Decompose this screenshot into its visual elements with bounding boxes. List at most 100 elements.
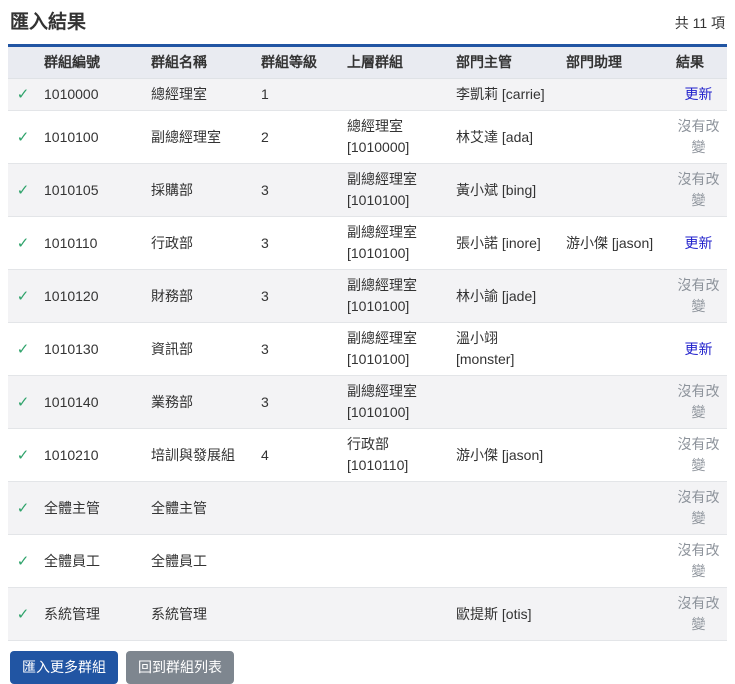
import-results-page: 匯入結果 共 11 項 群組編號 群組名稱 群組等級 上層群組 部門主管 部門助理 結果 ✓… [0, 0, 735, 684]
cell-department-assistant [560, 428, 670, 482]
cell-group-code: 1010000 [38, 78, 145, 111]
page-title: 匯入結果 [10, 11, 87, 33]
table-row: ✓ 系統管理 系統管理 歐提斯 [otis] 沒有改變 [8, 587, 727, 641]
result-status: 沒有改變 [677, 595, 720, 632]
cell-group-code: 1010100 [38, 110, 145, 164]
result-status[interactable]: 更新 [685, 235, 713, 251]
table-row: ✓ 全體主管 全體主管 沒有改變 [8, 481, 727, 535]
cell-group-code: 1010120 [38, 269, 145, 323]
cell-department-manager: 游小傑 [jason] [450, 428, 560, 482]
cell-department-assistant [560, 481, 670, 535]
row-status-cell: ✓ [8, 110, 38, 164]
table-row: ✓ 1010105 採購部 3 副總經理室 [1010100] 黃小斌 [bin… [8, 163, 727, 217]
result-status: 沒有改變 [677, 118, 720, 155]
cell-group-level [255, 587, 341, 641]
cell-group-level [255, 481, 341, 535]
cell-department-assistant [560, 269, 670, 323]
row-status-cell: ✓ [8, 269, 38, 323]
column-header-3: 上層群組 [341, 45, 450, 79]
cell-group-code: 全體主管 [38, 481, 145, 535]
cell-parent-group [341, 534, 450, 588]
cell-department-manager: 林艾達 [ada] [450, 110, 560, 164]
result-status[interactable]: 更新 [685, 341, 713, 357]
cell-department-manager: 李凱莉 [carrie] [450, 78, 560, 111]
result-status: 沒有改變 [677, 277, 720, 314]
cell-group-code: 1010105 [38, 163, 145, 217]
table-row: ✓ 1010140 業務部 3 副總經理室 [1010100] 沒有改變 [8, 375, 727, 429]
check-icon: ✓ [16, 499, 30, 517]
column-header-6: 結果 [670, 45, 727, 79]
check-icon: ✓ [16, 552, 30, 570]
row-status-cell: ✓ [8, 322, 38, 376]
cell-group-level: 3 [255, 163, 341, 217]
column-header-4: 部門主管 [450, 45, 560, 79]
cell-result: 更新 [670, 322, 727, 376]
result-status: 沒有改變 [677, 436, 720, 473]
cell-group-level: 3 [255, 322, 341, 376]
row-status-cell: ✓ [8, 78, 38, 111]
cell-group-name: 全體員工 [145, 534, 255, 588]
cell-group-level [255, 534, 341, 588]
table-row: ✓ 1010110 行政部 3 副總經理室 [1010100] 張小諾 [ino… [8, 216, 727, 270]
cell-parent-group: 副總經理室 [1010100] [341, 216, 450, 270]
cell-group-code: 1010140 [38, 375, 145, 429]
row-status-cell: ✓ [8, 481, 38, 535]
cell-group-name: 財務部 [145, 269, 255, 323]
result-status: 沒有改變 [677, 489, 720, 526]
cell-result: 更新 [670, 78, 727, 111]
check-icon: ✓ [16, 234, 30, 252]
table-body: ✓ 1010000 總經理室 1 李凱莉 [carrie] 更新 ✓ 10101… [8, 78, 727, 641]
cell-group-level: 4 [255, 428, 341, 482]
cell-parent-group: 總經理室 [1010000] [341, 110, 450, 164]
cell-group-level: 1 [255, 78, 341, 111]
import-more-groups-button[interactable]: 匯入更多群組 [10, 651, 118, 684]
cell-group-name: 培訓與發展組 [145, 428, 255, 482]
cell-group-level: 3 [255, 375, 341, 429]
cell-parent-group [341, 78, 450, 111]
table-row: ✓ 1010100 副總經理室 2 總經理室 [1010000] 林艾達 [ad… [8, 110, 727, 164]
check-icon: ✓ [16, 181, 30, 199]
cell-parent-group: 副總經理室 [1010100] [341, 163, 450, 217]
column-header-0: 群組編號 [38, 45, 145, 79]
check-icon: ✓ [16, 446, 30, 464]
cell-group-name: 全體主管 [145, 481, 255, 535]
cell-department-manager: 黃小斌 [bing] [450, 163, 560, 217]
check-icon: ✓ [16, 340, 30, 358]
result-status: 沒有改變 [677, 171, 720, 208]
result-status[interactable]: 更新 [685, 86, 713, 102]
result-status: 沒有改變 [677, 383, 720, 420]
table-header-row: 群組編號 群組名稱 群組等級 上層群組 部門主管 部門助理 結果 [8, 45, 727, 79]
check-icon: ✓ [16, 393, 30, 411]
cell-result: 沒有改變 [670, 428, 727, 482]
cell-result: 沒有改變 [670, 375, 727, 429]
cell-group-name: 業務部 [145, 375, 255, 429]
table-row: ✓ 1010000 總經理室 1 李凱莉 [carrie] 更新 [8, 78, 727, 111]
cell-department-assistant [560, 163, 670, 217]
cell-department-assistant: 游小傑 [jason] [560, 216, 670, 270]
table-row: ✓ 1010210 培訓與發展組 4 行政部 [1010110] 游小傑 [ja… [8, 428, 727, 482]
cell-parent-group: 副總經理室 [1010100] [341, 375, 450, 429]
cell-group-code: 全體員工 [38, 534, 145, 588]
row-status-cell: ✓ [8, 216, 38, 270]
cell-department-manager: 林小諭 [jade] [450, 269, 560, 323]
table-header: 群組編號 群組名稱 群組等級 上層群組 部門主管 部門助理 結果 [8, 45, 727, 79]
cell-result: 沒有改變 [670, 269, 727, 323]
cell-department-manager [450, 481, 560, 535]
cell-department-assistant [560, 534, 670, 588]
cell-parent-group [341, 481, 450, 535]
cell-group-level: 3 [255, 216, 341, 270]
cell-parent-group: 副總經理室 [1010100] [341, 269, 450, 323]
table-row: ✓ 1010130 資訊部 3 副總經理室 [1010100] 溫小翊 [mon… [8, 322, 727, 376]
cell-group-level: 3 [255, 269, 341, 323]
import-results-table: 群組編號 群組名稱 群組等級 上層群組 部門主管 部門助理 結果 ✓ 1010000 總經理… [8, 44, 727, 641]
cell-group-level: 2 [255, 110, 341, 164]
back-to-group-list-button[interactable]: 回到群組列表 [126, 651, 234, 684]
page-header: 匯入結果 共 11 項 [8, 0, 727, 44]
cell-group-name: 總經理室 [145, 78, 255, 111]
row-status-cell: ✓ [8, 163, 38, 217]
table-row: ✓ 1010120 財務部 3 副總經理室 [1010100] 林小諭 [jad… [8, 269, 727, 323]
cell-group-name: 採購部 [145, 163, 255, 217]
cell-group-name: 行政部 [145, 216, 255, 270]
cell-parent-group [341, 587, 450, 641]
column-header-status [8, 45, 38, 79]
